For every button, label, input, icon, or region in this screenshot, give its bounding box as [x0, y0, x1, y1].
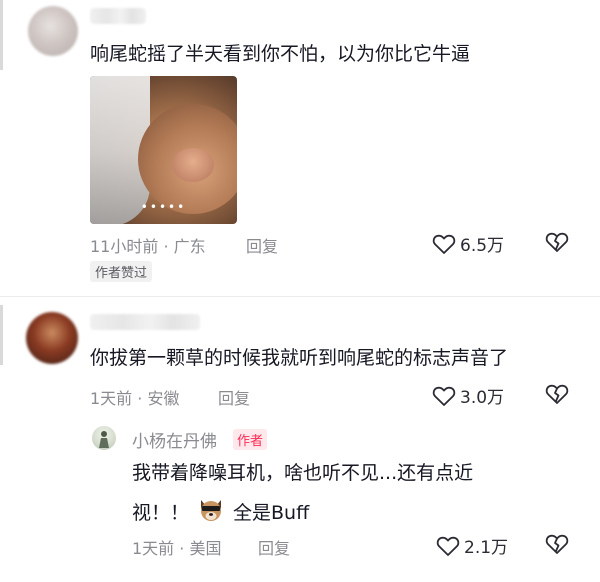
reply-text-part: 全是Buff [233, 502, 310, 524]
comment-meta: 1天前 · 美国 [132, 539, 222, 558]
like-count: 3.0万 [460, 388, 505, 408]
comment-image[interactable]: ••••• [90, 76, 237, 224]
reply-button[interactable]: 回复 [218, 385, 250, 409]
like-button[interactable]: 2.1万 [436, 533, 508, 558]
avatar[interactable] [26, 312, 78, 364]
comment-meta: 1天前 · 安徽 [90, 389, 180, 408]
dislike-button[interactable] [545, 383, 569, 405]
broken-heart-icon [545, 533, 569, 555]
author-liked-badge: 作者赞过 [90, 261, 153, 282]
heart-outline-icon [436, 535, 460, 557]
author-tag: 作者 [233, 429, 268, 450]
heart-outline-icon [432, 233, 456, 255]
comment-text: 你拔第一颗草的时候我就听到响尾蛇的标志声音了 [90, 347, 509, 369]
left-edge-bar [0, 305, 3, 365]
avatar[interactable] [28, 6, 78, 56]
reply-text-part: 视！！ [132, 502, 190, 524]
comment-meta: 11小时前 · 广东 [90, 237, 206, 256]
comment-text: 响尾蛇摇了半天看到你不怕，以为你比它牛逼 [90, 43, 471, 65]
reply-button[interactable]: 回复 [246, 233, 278, 257]
image-page-indicator: ••••• [140, 200, 187, 214]
username[interactable]: 小杨在丹佛 [132, 427, 217, 452]
left-edge-bar [0, 0, 3, 70]
dislike-button[interactable] [545, 533, 569, 555]
avatar[interactable] [92, 426, 116, 450]
like-count: 2.1万 [464, 538, 509, 558]
like-button[interactable]: 6.5万 [432, 231, 504, 256]
reply-button[interactable]: 回复 [258, 535, 290, 559]
broken-heart-icon [545, 231, 569, 253]
divider [0, 296, 600, 297]
heart-outline-icon [432, 385, 456, 407]
reply-text-line2: 视！！ 全是Buff [132, 497, 309, 529]
username-blurred[interactable] [90, 314, 200, 330]
like-count: 6.5万 [460, 236, 505, 256]
username-blurred[interactable] [90, 8, 146, 24]
reply-text-line1: 我带着降噪耳机，啥也听不见...还有点近 [132, 462, 474, 484]
image-cat-nose [172, 148, 214, 182]
broken-heart-icon [545, 383, 569, 405]
like-button[interactable]: 3.0万 [432, 383, 504, 408]
dislike-button[interactable] [545, 231, 569, 253]
person-figure-icon [99, 431, 109, 448]
dog-emoji-icon [197, 497, 225, 529]
